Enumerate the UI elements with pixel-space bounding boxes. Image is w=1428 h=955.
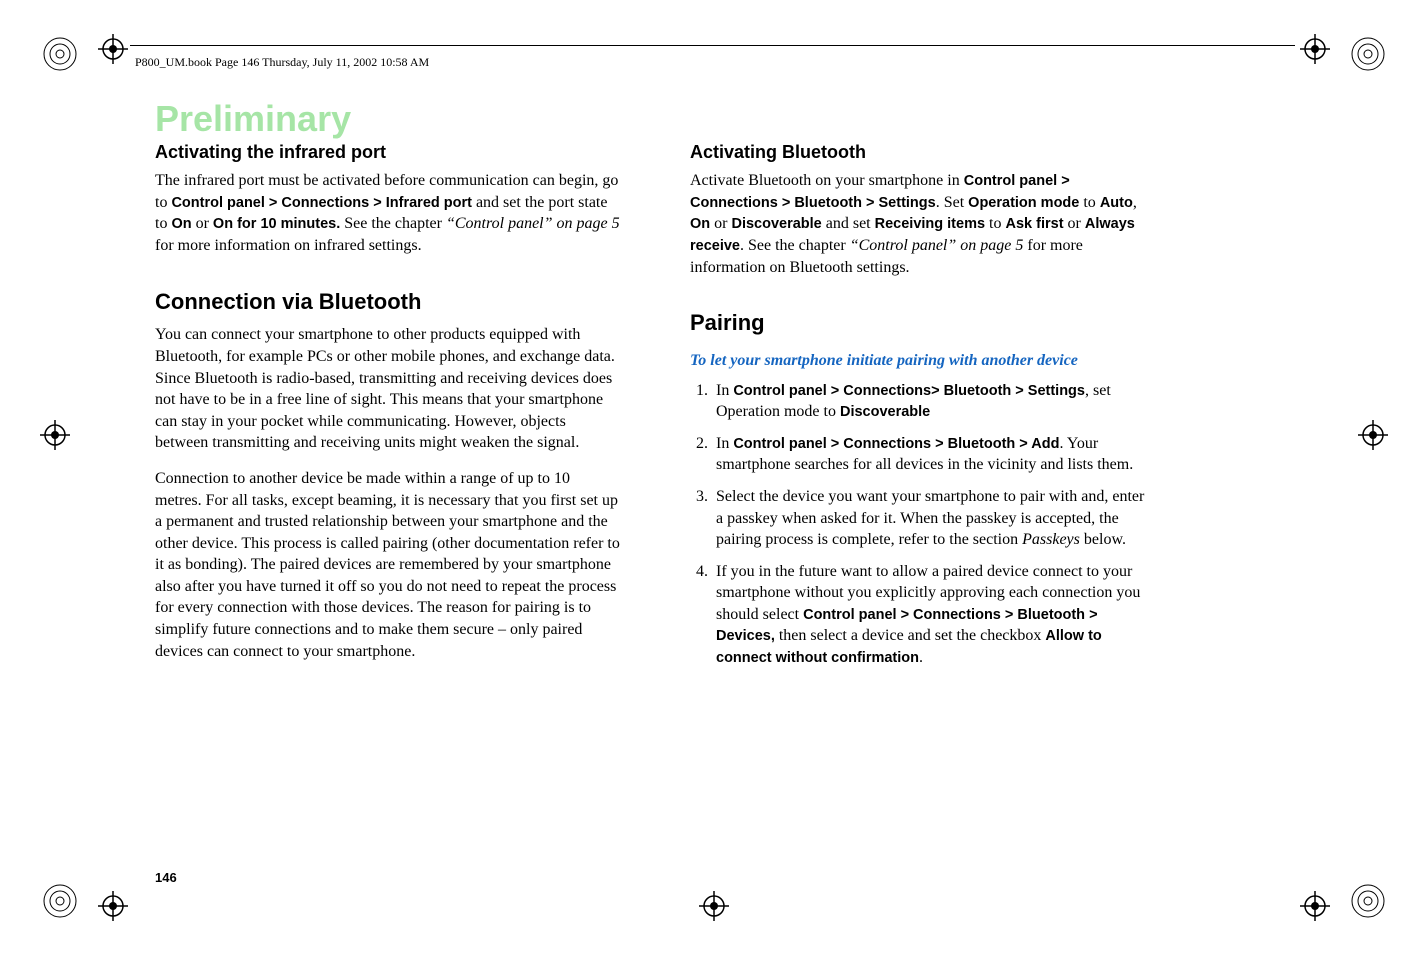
text: and set xyxy=(822,215,875,232)
ui-label: Ask first xyxy=(1006,216,1064,232)
text: . Set xyxy=(936,194,968,211)
ui-label: Discoverable xyxy=(840,404,930,420)
text: or xyxy=(710,215,731,232)
ui-label: Auto xyxy=(1100,195,1133,211)
paragraph: Activate Bluetooth on your smartphone in… xyxy=(690,170,1155,278)
text: for more information on infrared setting… xyxy=(155,237,422,254)
crop-mark-top-right-outer xyxy=(1350,36,1386,72)
crop-mark-top-left-inner xyxy=(98,34,128,64)
text: or xyxy=(192,215,213,232)
heading-activating-bluetooth: Activating Bluetooth xyxy=(690,140,1155,164)
cross-ref: Passkeys xyxy=(1022,531,1080,548)
page-number: 146 xyxy=(155,870,177,885)
cross-ref: “Control panel” on page 5 xyxy=(850,237,1024,254)
header-rule xyxy=(130,45,1295,46)
list-item: In Control panel > Connections> Bluetoot… xyxy=(712,380,1155,423)
header-text: P800_UM.book Page 146 Thursday, July 11,… xyxy=(135,55,429,70)
text: See the chapter xyxy=(340,215,446,232)
paragraph: The infrared port must be activated befo… xyxy=(155,170,620,256)
subheading-initiate-pairing: To let your smartphone initiate pairing … xyxy=(690,350,1155,372)
text: In xyxy=(716,382,733,399)
cross-ref: “Control panel” on page 5 xyxy=(446,215,620,232)
left-column: Activating the infrared port The infrare… xyxy=(155,140,620,679)
list-item: In Control panel > Connections > Bluetoo… xyxy=(712,433,1155,476)
page-body: Activating the infrared port The infrare… xyxy=(155,100,1275,840)
text: to xyxy=(1079,194,1099,211)
heading-activating-infrared: Activating the infrared port xyxy=(155,140,620,164)
ui-label: Discoverable xyxy=(731,216,821,232)
crop-mark-top-left-outer xyxy=(42,36,78,72)
ui-label: Receiving items xyxy=(875,216,985,232)
crop-mark-bottom-right-inner xyxy=(1300,891,1330,921)
crop-mark-mid-left xyxy=(40,420,70,450)
crop-mark-bottom-left-outer xyxy=(42,883,78,919)
crop-mark-bottom-right-outer xyxy=(1350,883,1386,919)
crop-mark-bottom-left-inner xyxy=(98,891,128,921)
ui-label: On xyxy=(171,216,191,232)
crop-mark-bottom-center xyxy=(699,891,729,921)
text: In xyxy=(716,435,733,452)
text: to xyxy=(985,215,1005,232)
list-item: If you in the future want to allow a pai… xyxy=(712,561,1155,669)
crop-mark-mid-right xyxy=(1358,420,1388,450)
right-column: Activating Bluetooth Activate Bluetooth … xyxy=(690,140,1155,679)
heading-pairing: Pairing xyxy=(690,308,1155,338)
ui-label: Operation mode xyxy=(968,195,1079,211)
paragraph: Connection to another device be made wit… xyxy=(155,468,620,662)
list-item: Select the device you want your smartpho… xyxy=(712,486,1155,551)
ui-label: On xyxy=(690,216,710,232)
text: below. xyxy=(1080,531,1126,548)
text: or xyxy=(1064,215,1085,232)
text: . See the chapter xyxy=(740,237,850,254)
heading-connection-bluetooth: Connection via Bluetooth xyxy=(155,287,620,317)
ui-path: Control panel > Connections > Bluetooth … xyxy=(733,436,1059,452)
paragraph: You can connect your smartphone to other… xyxy=(155,324,620,454)
text: Activate Bluetooth on your smartphone in xyxy=(690,172,964,189)
crop-mark-top-right-inner xyxy=(1300,34,1330,64)
pairing-steps-list: In Control panel > Connections> Bluetoot… xyxy=(690,380,1155,669)
ui-path: Control panel > Connections> Bluetooth >… xyxy=(733,383,1085,399)
ui-path: Control panel > Connections > Infrared p… xyxy=(171,195,472,211)
text: , xyxy=(1133,194,1137,211)
text: then select a device and set the checkbo… xyxy=(775,627,1046,644)
ui-label: On for 10 minutes. xyxy=(213,216,340,232)
text: . xyxy=(919,649,923,666)
